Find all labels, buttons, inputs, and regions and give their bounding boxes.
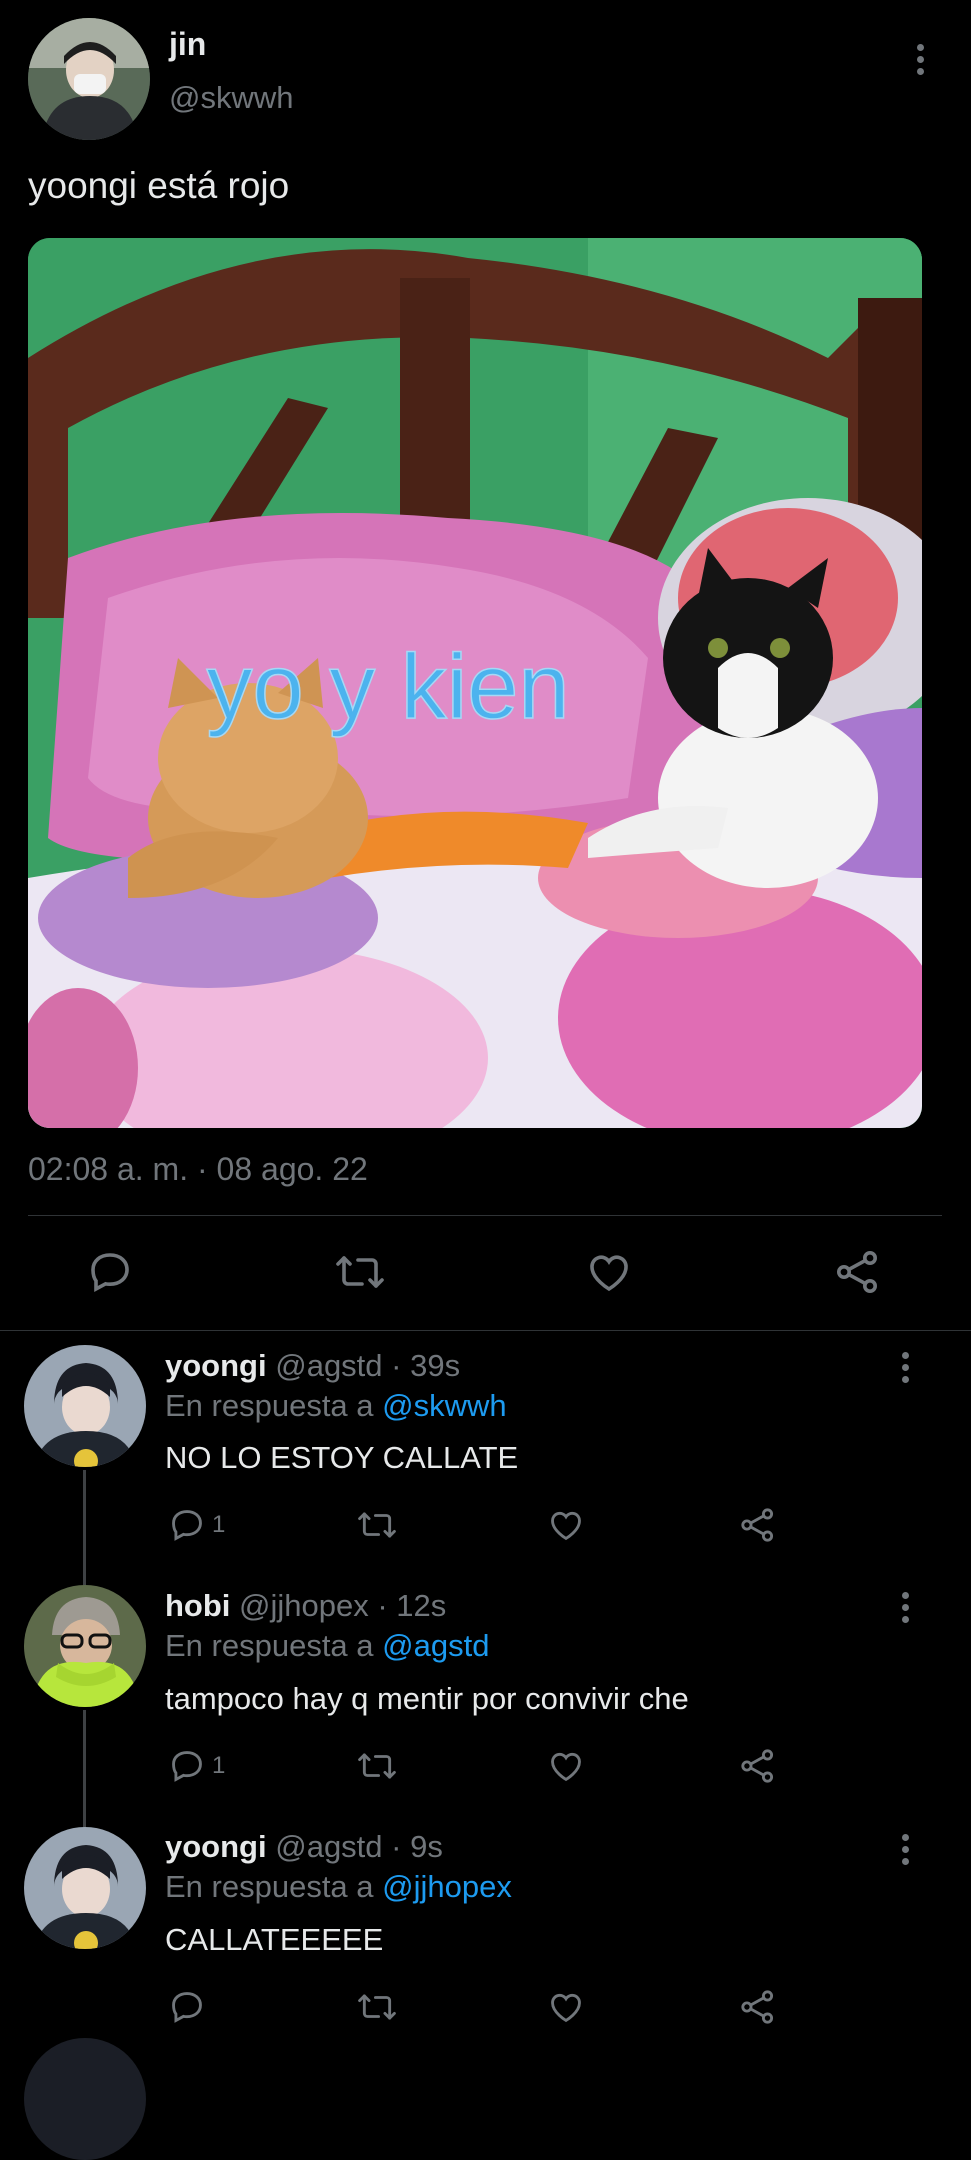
tweet-timestamp[interactable]: 02:08 a. m. · 08 ago. 22: [28, 1151, 368, 1188]
share-icon[interactable]: [739, 1506, 777, 1544]
handle-time[interactable]: @agstd · 9s: [275, 1829, 443, 1864]
share-icon[interactable]: [739, 1747, 777, 1785]
avatar[interactable]: [24, 1345, 146, 1467]
user-handle[interactable]: @skwwh: [169, 80, 293, 116]
heart-icon[interactable]: [547, 1747, 585, 1785]
tweet-media-image[interactable]: yo y kien: [28, 238, 922, 1128]
mention-link[interactable]: @skwwh: [382, 1388, 506, 1423]
reply-prefix: En respuesta a: [165, 1869, 374, 1904]
image-caption: yo y kien: [206, 636, 569, 738]
reply-text: tampoco hay q mentir por convivir che: [165, 1681, 689, 1716]
handle-time[interactable]: @jjhopex · 12s: [239, 1588, 446, 1623]
avatar[interactable]: [24, 1585, 146, 1707]
avatar[interactable]: [28, 18, 150, 140]
divider: [28, 1215, 942, 1216]
reply-icon[interactable]: [86, 1248, 134, 1296]
avatar-image: [28, 18, 150, 140]
reply-icon[interactable]: [168, 1506, 206, 1544]
thread-line: [83, 1470, 86, 1588]
display-name[interactable]: yoongi: [165, 1829, 267, 1864]
retweet-icon[interactable]: [356, 1506, 398, 1544]
retweet-icon[interactable]: [356, 1747, 398, 1785]
heart-icon[interactable]: [547, 1988, 585, 2026]
reply-icon[interactable]: [168, 1747, 206, 1785]
more-vertical-icon[interactable]: [902, 1834, 910, 1870]
thread-line: [83, 1710, 86, 1828]
cats-photo: yo y kien: [28, 238, 922, 1128]
reply-text: CALLATEEEEE: [165, 1922, 384, 1957]
handle-time[interactable]: @agstd · 39s: [275, 1348, 460, 1383]
mention-link[interactable]: @agstd: [382, 1628, 489, 1663]
reply-prefix: En respuesta a: [165, 1388, 374, 1423]
retweet-icon[interactable]: [356, 1988, 398, 2026]
divider: [0, 1330, 971, 1331]
avatar[interactable]: [24, 2038, 146, 2160]
avatar[interactable]: [24, 1827, 146, 1949]
reply-text: NO LO ESTOY CALLATE: [165, 1440, 519, 1475]
heart-icon[interactable]: [585, 1248, 633, 1296]
reply-count: 1: [212, 1752, 226, 1779]
heart-icon[interactable]: [547, 1506, 585, 1544]
retweet-icon[interactable]: [334, 1248, 386, 1296]
tweet-text: yoongi está rojo: [28, 165, 290, 206]
display-name[interactable]: yoongi: [165, 1348, 267, 1383]
share-icon[interactable]: [739, 1988, 777, 2026]
more-vertical-icon[interactable]: [902, 1592, 910, 1628]
more-vertical-icon[interactable]: [917, 44, 925, 80]
reply-count: 1: [212, 1511, 226, 1538]
more-vertical-icon[interactable]: [902, 1352, 910, 1388]
display-name[interactable]: hobi: [165, 1588, 230, 1623]
reply-icon[interactable]: [168, 1988, 206, 2026]
display-name[interactable]: jin: [169, 26, 206, 63]
share-icon[interactable]: [834, 1248, 882, 1296]
reply-prefix: En respuesta a: [165, 1628, 374, 1663]
mention-link[interactable]: @jjhopex: [382, 1869, 512, 1904]
